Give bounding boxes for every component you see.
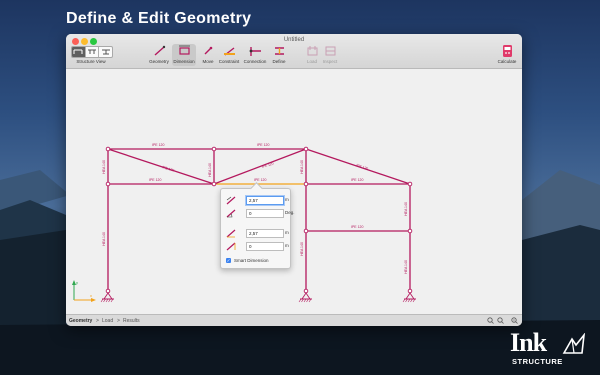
breadcrumb-separator: > <box>117 318 120 324</box>
inspect-icon <box>325 46 335 56</box>
app-window: Untitled Structure View Geometry Dimensi… <box>66 34 522 326</box>
view-frame-button[interactable] <box>72 47 86 57</box>
structure-node[interactable] <box>105 181 111 187</box>
supports-view-icon <box>101 49 110 55</box>
zoom-in-icon[interactable] <box>487 317 494 324</box>
breadcrumb-geometry[interactable]: Geometry <box>69 318 92 324</box>
beam-section-label: IPE 120 <box>152 143 165 147</box>
fixed-support-icon[interactable] <box>298 292 312 303</box>
tool-constraint[interactable]: Constraint <box>217 44 241 66</box>
ink-structure-logo: Ink STRUCTURE <box>510 330 590 370</box>
logo-emblem-icon <box>562 333 586 354</box>
svg-text:y: y <box>76 280 78 285</box>
logo-subtitle: STRUCTURE <box>512 357 563 366</box>
status-bar: Geometry > Load > Results <box>66 314 522 326</box>
length-unit: m <box>285 197 289 202</box>
structure-node[interactable] <box>303 228 309 234</box>
calculate-icon <box>502 45 512 57</box>
structure-node[interactable] <box>407 228 413 234</box>
horizontal-length-unit: m <box>285 230 289 235</box>
tool-geometry[interactable]: Geometry <box>147 44 171 66</box>
tool-dimension[interactable]: Dimension <box>172 44 196 66</box>
frame-view-icon <box>73 49 83 54</box>
column-section-label: HEA 140 <box>300 242 304 256</box>
angle-icon <box>226 209 236 218</box>
beam-section-label: IPE 120 <box>257 143 270 147</box>
smart-dimension-toggle[interactable]: ✓ Smart Dimension <box>226 257 288 264</box>
column-section-label: HEA 140 <box>102 160 106 174</box>
calculate-button[interactable]: Calculate <box>495 44 519 66</box>
structure-view-label: Structure View <box>76 59 106 64</box>
window-title: Untitled <box>283 37 305 43</box>
tool-connection[interactable]: Connection <box>243 44 267 66</box>
geometry-icon <box>154 45 165 56</box>
beam-section-label: IPE 120 <box>149 178 162 182</box>
length-row: 2,57 m <box>226 196 289 205</box>
members-view-icon <box>88 49 96 54</box>
structure-node[interactable] <box>303 146 309 152</box>
horizontal-length-row: 2,57 m <box>226 229 289 238</box>
toolbar: Untitled Structure View Geometry Dimensi… <box>66 34 522 69</box>
smart-dimension-checkbox[interactable]: ✓ <box>226 258 231 263</box>
connection-icon <box>249 47 261 56</box>
load-icon <box>307 46 317 56</box>
angle-field[interactable]: 0 <box>246 209 284 218</box>
structure-node[interactable] <box>407 181 413 187</box>
breadcrumb-separator: > <box>96 318 99 324</box>
vertical-length-icon <box>226 242 236 251</box>
vertical-length-unit: m <box>285 243 289 248</box>
structure-node[interactable] <box>303 181 309 187</box>
beam-section-label: IPE 120 <box>261 161 274 168</box>
structure-node[interactable] <box>211 146 217 152</box>
column-section-label: HEA 140 <box>102 232 106 246</box>
column-section-label: HEA 140 <box>300 160 304 174</box>
dimension-icon <box>178 45 190 55</box>
column-section-label: HEA 140 <box>208 163 212 177</box>
beam-section-label: IPE 120 <box>162 165 175 172</box>
vertical-length-row: 0 m <box>226 242 289 251</box>
move-icon <box>204 46 212 55</box>
length-icon <box>226 196 236 205</box>
column-section-label: HEA 140 <box>404 202 408 216</box>
zoom-fit-icon[interactable] <box>511 317 518 324</box>
svg-text:x: x <box>90 293 92 298</box>
angle-row: 0 Deg. <box>226 209 295 218</box>
define-icon <box>274 47 284 55</box>
structure-node[interactable] <box>211 181 217 187</box>
fixed-support-icon[interactable] <box>402 292 416 303</box>
fixed-support-icon[interactable] <box>100 292 114 303</box>
breadcrumb-results[interactable]: Results <box>123 318 140 324</box>
beam-section-label: IPE 120 <box>356 163 369 171</box>
view-members-button[interactable] <box>86 47 100 57</box>
beam-section-label: IPE 120 <box>351 178 364 182</box>
horizontal-length-field[interactable]: 2,57 <box>246 229 284 238</box>
structure-canvas[interactable]: IPE 120 IPE 120 IPE 120 IPE 120 IPE 120 IPE 1… <box>66 69 522 314</box>
horizontal-length-icon <box>226 229 236 238</box>
vertical-length-field[interactable]: 0 <box>246 242 284 251</box>
axis-gizmo: y x <box>72 280 96 302</box>
structure-node[interactable] <box>105 146 111 152</box>
logo-wordmark: Ink <box>510 328 547 357</box>
dimension-popover: 2,57 m 0 Deg. 2,57 m 0 m ✓ Smart Dimensi… <box>220 182 295 269</box>
page-headline: Define & Edit Geometry <box>66 10 252 27</box>
zoom-out-icon[interactable] <box>497 317 504 324</box>
length-field[interactable]: 2,57 <box>246 196 284 205</box>
column-section-label: HEA 140 <box>404 260 408 274</box>
breadcrumb-load[interactable]: Load <box>102 318 113 324</box>
beam-section-label: IPE 120 <box>351 225 364 229</box>
angle-unit: Deg. <box>285 210 295 215</box>
constraint-icon <box>223 47 235 56</box>
tool-inspect[interactable]: Inspect <box>318 44 342 66</box>
view-supports-button[interactable] <box>99 47 112 57</box>
structure-view-selector <box>71 46 113 58</box>
tool-define[interactable]: Define <box>267 44 291 66</box>
smart-dimension-label: Smart Dimension <box>234 258 269 263</box>
structure-drawing[interactable]: IPE 120 IPE 120 IPE 120 IPE 120 IPE 120 IPE 1… <box>66 69 522 314</box>
